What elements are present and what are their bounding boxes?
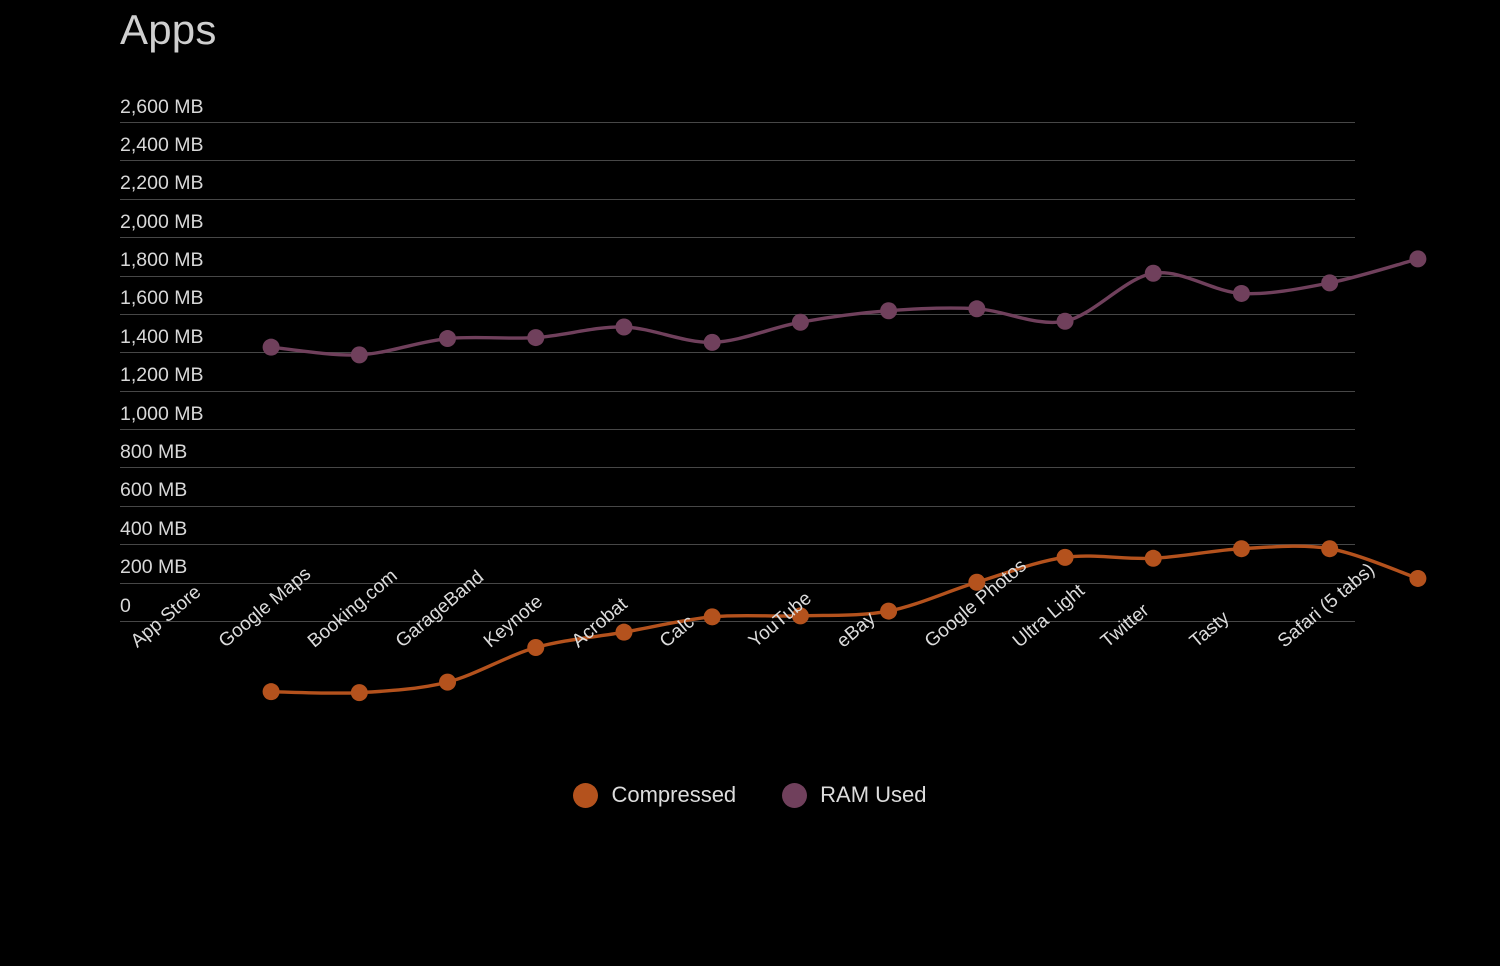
y-tick-label: 2,600 MB — [120, 95, 204, 118]
data-point[interactable] — [1056, 548, 1074, 566]
legend-swatch-circle-icon — [573, 782, 599, 808]
data-point[interactable] — [350, 684, 368, 702]
data-point[interactable] — [1232, 284, 1250, 302]
legend-label: RAM Used — [820, 782, 927, 807]
plot-area — [120, 122, 1427, 702]
data-point[interactable] — [880, 302, 898, 320]
data-point[interactable] — [968, 300, 986, 318]
data-point[interactable] — [703, 608, 721, 626]
chart-title: Apps — [120, 6, 217, 53]
data-point[interactable] — [1409, 250, 1427, 268]
data-point[interactable] — [527, 639, 545, 657]
series-lines — [262, 250, 1427, 702]
chart-legend: Compressed RAM Used — [0, 782, 1500, 808]
data-point[interactable] — [968, 573, 986, 591]
data-point[interactable] — [791, 313, 809, 331]
data-point[interactable] — [1409, 569, 1427, 587]
data-point[interactable] — [615, 318, 633, 336]
legend-label: Compressed — [611, 782, 737, 807]
data-point[interactable] — [1144, 549, 1162, 567]
data-point[interactable] — [1056, 312, 1074, 330]
series-line-compressed — [269, 544, 1420, 695]
legend-item[interactable]: Compressed — [573, 782, 736, 808]
data-point[interactable] — [350, 346, 368, 364]
data-point[interactable] — [1144, 264, 1162, 282]
legend-item[interactable]: RAM Used — [782, 782, 927, 808]
data-point[interactable] — [791, 607, 809, 625]
data-point[interactable] — [439, 330, 457, 348]
data-point[interactable] — [439, 673, 457, 691]
data-point[interactable] — [262, 683, 280, 701]
data-point[interactable] — [1321, 540, 1339, 558]
data-point[interactable] — [615, 623, 633, 641]
data-point[interactable] — [262, 338, 280, 356]
data-point[interactable] — [880, 602, 898, 620]
apps-memory-chart: Apps 0 200 MB 400 MB 600 MB 800 MB 1,000 MB 1,… — [0, 0, 1500, 844]
data-point[interactable] — [1321, 274, 1339, 292]
legend-swatch-circle-icon — [782, 782, 808, 808]
data-point[interactable] — [527, 329, 545, 347]
data-point[interactable] — [1232, 540, 1250, 558]
data-point[interactable] — [703, 333, 721, 351]
